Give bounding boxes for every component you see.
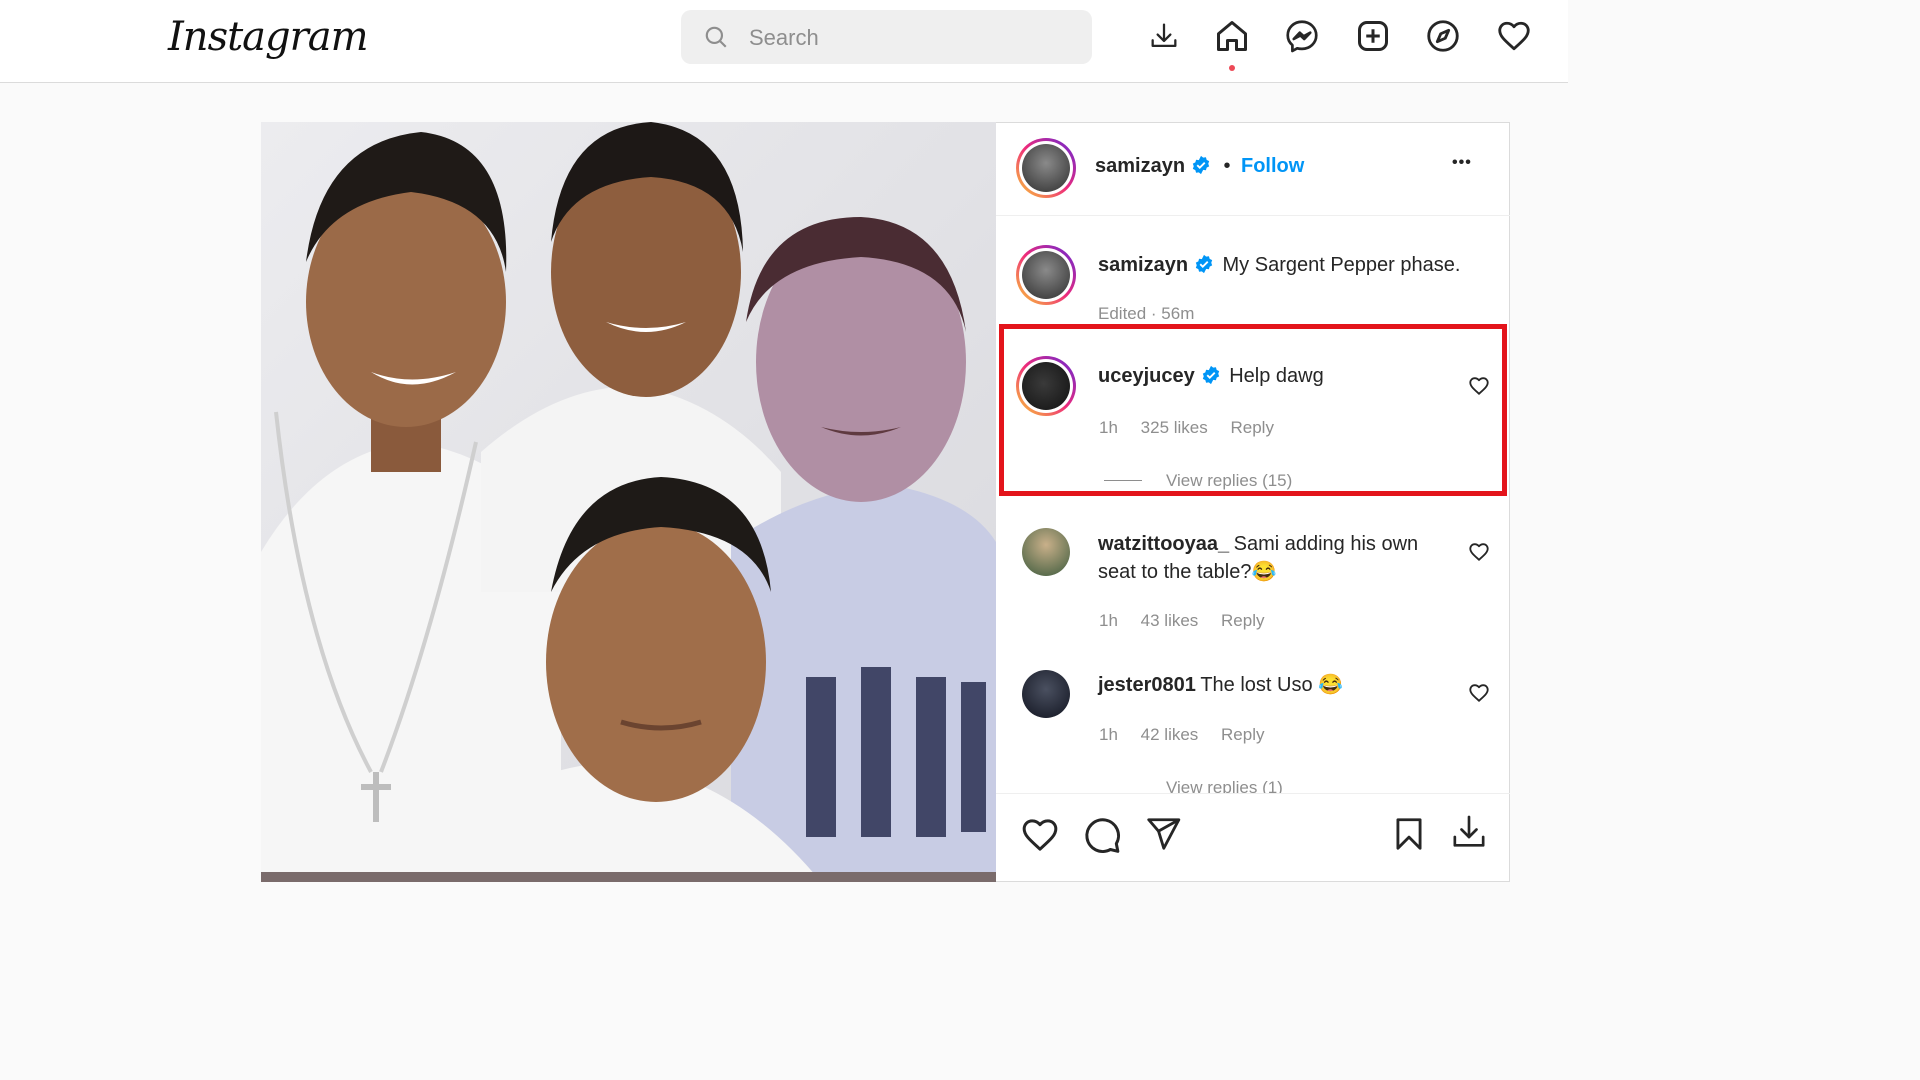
view-replies-button[interactable]: View replies (1) <box>1166 778 1283 793</box>
caption-avatar[interactable] <box>1016 245 1076 305</box>
comment-text: watzittooyaa_ Sami adding his own seat t… <box>1098 531 1438 587</box>
save-bookmark-icon[interactable] <box>1390 815 1428 853</box>
header-divider <box>996 215 1510 216</box>
instagram-logo[interactable]: Instagram <box>168 14 369 60</box>
comment-reply-button[interactable]: Reply <box>1221 725 1264 744</box>
comment-body: The lost Uso 😂 <box>1200 674 1344 696</box>
comment-avatar[interactable] <box>1022 528 1070 576</box>
post-image[interactable] <box>261 122 996 882</box>
highlight-box <box>999 324 1507 496</box>
caption-username[interactable]: samizayn <box>1098 254 1188 276</box>
comment-bubble-icon[interactable] <box>1082 815 1122 855</box>
action-divider <box>996 793 1510 794</box>
author-username[interactable]: samizayn <box>1095 155 1185 177</box>
verified-badge-icon <box>1195 254 1213 274</box>
top-navigation-bar: Instagram <box>0 0 1568 83</box>
author-avatar[interactable] <box>1016 138 1076 198</box>
download-icon[interactable] <box>1449 812 1489 852</box>
comment-meta: 1h 43 likes Reply <box>1099 611 1265 631</box>
search-icon <box>705 26 727 48</box>
comment-clip: View replies (1) <box>996 772 1510 793</box>
share-send-icon[interactable] <box>1144 815 1182 853</box>
home-icon[interactable] <box>1212 16 1252 56</box>
search-input[interactable] <box>747 22 1081 54</box>
comment-reply-button[interactable]: Reply <box>1221 611 1264 630</box>
activity-heart-icon[interactable] <box>1494 16 1534 56</box>
comment-likes[interactable]: 43 likes <box>1141 611 1199 630</box>
caption-meta: Edited · 56m <box>1098 304 1195 323</box>
follow-button[interactable]: Follow <box>1241 155 1304 177</box>
comment-like-heart-icon[interactable] <box>1468 541 1490 563</box>
search-box[interactable] <box>681 10 1092 64</box>
more-options-icon[interactable]: ••• <box>1452 154 1472 172</box>
header-separator: • <box>1223 155 1231 177</box>
post-header: samizayn • Follow <box>1095 155 1304 178</box>
comment-time: 1h <box>1099 611 1118 630</box>
comment-username[interactable]: jester0801 <box>1098 674 1196 696</box>
messenger-icon[interactable] <box>1282 16 1322 56</box>
download-icon[interactable] <box>1144 16 1184 56</box>
comment-like-heart-icon[interactable] <box>1468 682 1490 704</box>
comment-likes[interactable]: 42 likes <box>1141 725 1199 744</box>
comment-avatar[interactable] <box>1022 670 1070 718</box>
home-notification-dot <box>1229 65 1235 71</box>
comment-meta: 1h 42 likes Reply <box>1099 725 1265 745</box>
explore-icon[interactable] <box>1423 16 1463 56</box>
verified-badge-icon <box>1192 155 1210 175</box>
new-post-icon[interactable] <box>1353 16 1393 56</box>
comment-time: 1h <box>1099 725 1118 744</box>
post-side-panel <box>996 122 1510 882</box>
caption-text: samizayn My Sargent Pepper phase. <box>1098 254 1460 277</box>
comment-text: jester0801 The lost Uso 😂 <box>1098 672 1343 697</box>
comment-username[interactable]: watzittooyaa_ <box>1098 533 1229 555</box>
like-heart-icon[interactable] <box>1020 815 1060 855</box>
caption-body: My Sargent Pepper phase. <box>1222 254 1461 276</box>
